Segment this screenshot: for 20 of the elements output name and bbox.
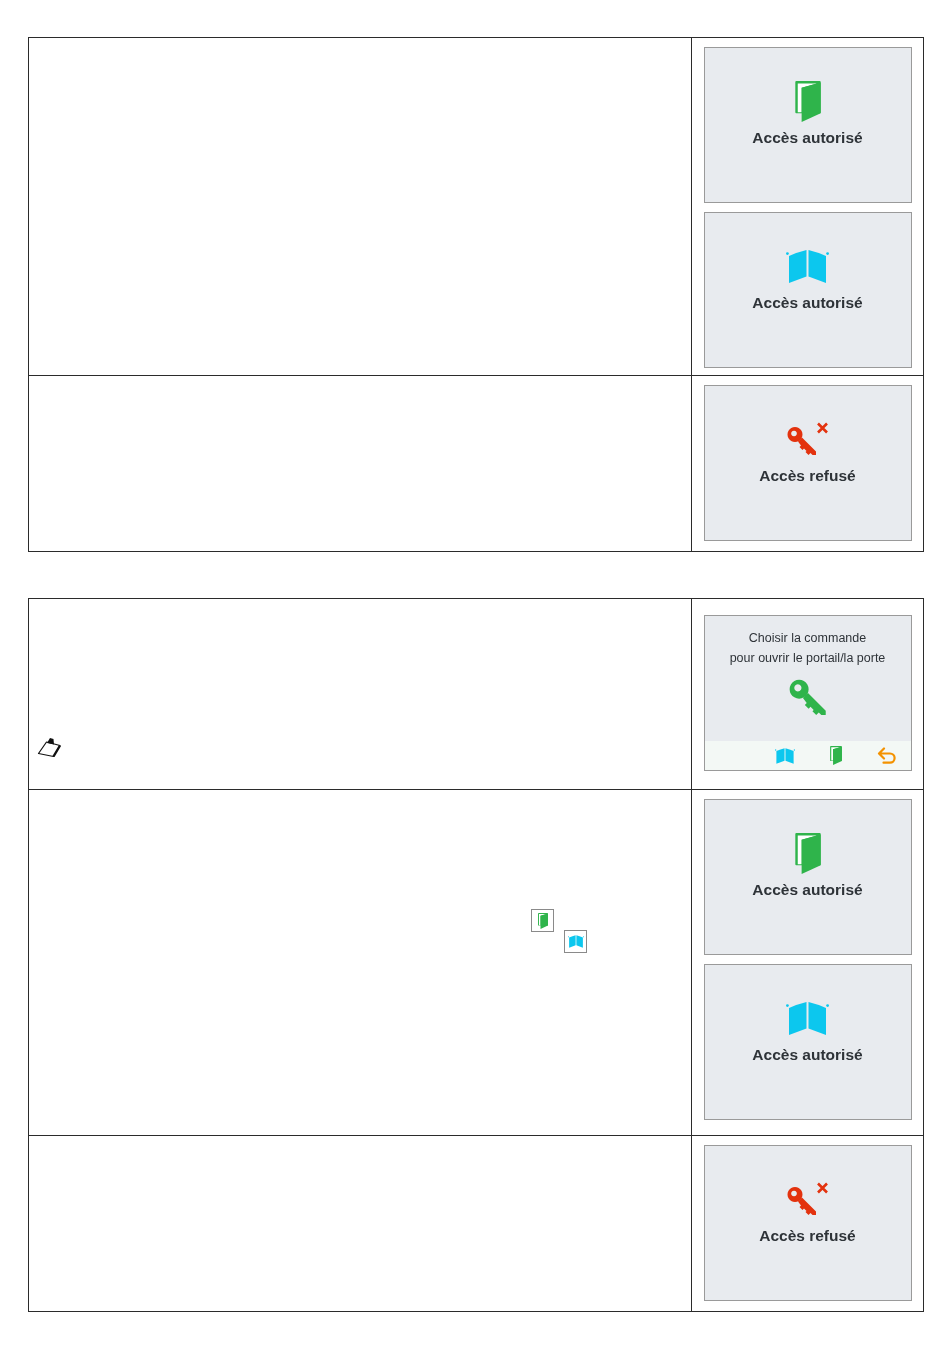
- prompt-text: Choisir la commande: [748, 630, 867, 647]
- gate-icon: [786, 249, 829, 283]
- back-icon[interactable]: [876, 746, 897, 765]
- status-message: Accès autorisé: [752, 880, 863, 900]
- status-message: Accès refusé: [759, 1226, 856, 1246]
- gate-icon: [786, 1001, 829, 1035]
- status-message: Accès refusé: [759, 466, 856, 486]
- gate-icon[interactable]: [774, 747, 795, 764]
- status-message: Accès autorisé: [752, 128, 863, 148]
- prompt-text: pour ouvrir le portail/la porte: [729, 650, 886, 667]
- door-icon: [531, 909, 554, 932]
- key-with-cross-icon: [786, 1182, 829, 1216]
- status-message: Accès autorisé: [752, 293, 863, 313]
- door-icon: [794, 80, 821, 122]
- key-with-cross-icon: [786, 422, 829, 456]
- key-icon: [788, 679, 827, 717]
- door-icon[interactable]: [829, 746, 842, 765]
- door-icon: [794, 832, 821, 874]
- gate-icon: [564, 930, 587, 953]
- status-message: Accès autorisé: [752, 1045, 863, 1065]
